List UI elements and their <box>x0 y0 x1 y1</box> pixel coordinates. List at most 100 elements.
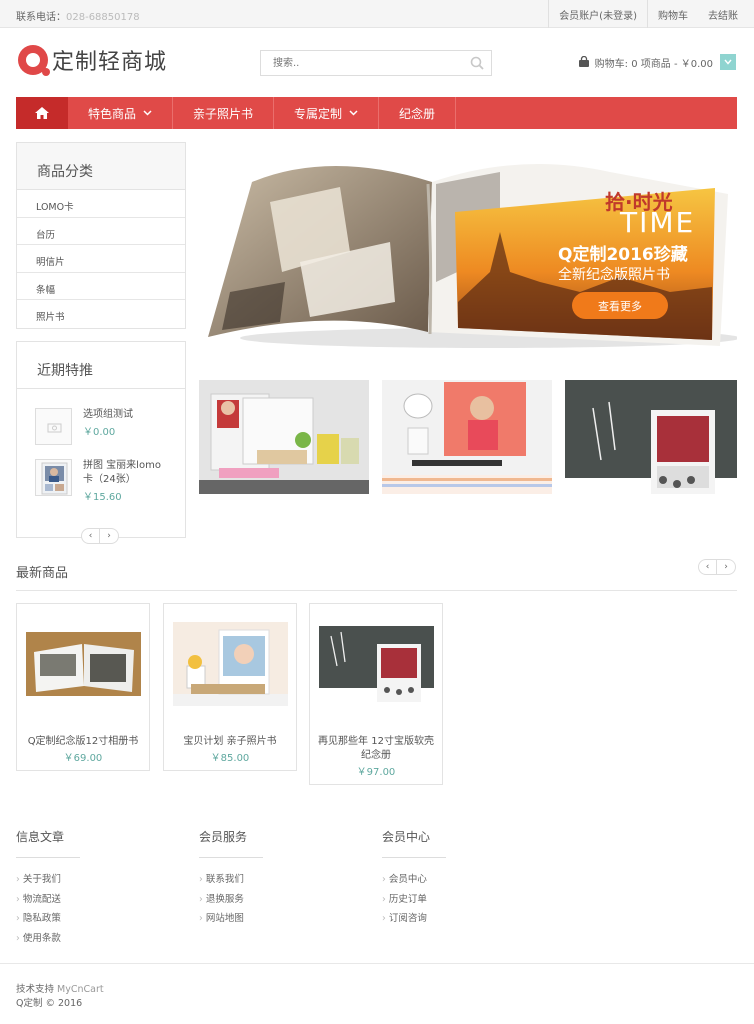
product-card[interactable]: 宝贝计划 亲子照片书 ￥85.00 <box>163 603 297 771</box>
specials-pager: ‹ › <box>81 528 119 544</box>
logo-text: 定制轻商城 <box>52 50 168 75</box>
search-input[interactable] <box>261 51 461 75</box>
footer-column-title: 信息文章 <box>16 830 65 844</box>
special-item-name[interactable]: 拼图 宝丽来lomo卡（24张） <box>83 459 167 487</box>
cart-summary: 购物车: 0 项商品 - ￥0.00 <box>594 58 713 70</box>
phone-number: 028-68850178 <box>66 12 140 23</box>
footer-column-member: 会员中心 会员中心 历史订单 订阅咨询 <box>382 828 446 930</box>
nav-item-custom[interactable]: 专属定制 <box>274 97 380 129</box>
footer-column-service: 会员服务 联系我们 退换服务 网站地图 <box>199 828 263 930</box>
product-image[interactable] <box>319 622 434 706</box>
footer-link[interactable]: 使用条款 <box>16 930 80 950</box>
chevron-down-icon <box>143 110 152 116</box>
chevron-right-icon[interactable]: › <box>100 528 119 544</box>
divider <box>199 857 263 858</box>
product-thumbnail[interactable] <box>35 408 72 445</box>
latest-section-title: 最新商品 <box>16 566 69 581</box>
special-item-name[interactable]: 选项组测试 <box>83 408 167 422</box>
divider <box>382 857 446 858</box>
nav-item-album[interactable]: 纪念册 <box>379 97 457 129</box>
memorial-book-image <box>319 622 434 706</box>
promo-thumbnail[interactable] <box>565 380 737 494</box>
site-logo[interactable]: 定制轻商城 <box>18 44 167 76</box>
category-panel: 商品分类 LOMO卡 台历 明信片 条幅 照片书 <box>16 142 186 329</box>
banner-headline-2: Q定制2016珍藏 <box>558 245 688 265</box>
product-price: ￥69.00 <box>63 753 103 764</box>
member-account-link[interactable]: 会员账户(未登录) <box>549 7 647 22</box>
divider <box>16 857 80 858</box>
latest-pager: ‹ › <box>698 559 736 575</box>
footer-link[interactable]: 会员中心 <box>382 871 446 891</box>
footer-link[interactable]: 历史订单 <box>382 891 446 911</box>
product-image[interactable] <box>173 622 288 706</box>
category-item[interactable]: 照片书 <box>17 300 185 328</box>
footer-link[interactable]: 联系我们 <box>199 871 263 891</box>
product-card[interactable]: Q定制纪念版12寸相册书 ￥69.00 <box>16 603 150 771</box>
product-image[interactable] <box>26 622 141 706</box>
footer-column-title: 会员中心 <box>382 830 431 844</box>
category-item[interactable]: 条幅 <box>17 273 185 300</box>
product-name[interactable]: Q定制纪念版12寸相册书 <box>23 735 143 749</box>
top-bar: 联系电话：028-68850178 会员账户(未登录) 购物车 去结账 <box>0 0 754 28</box>
chevron-left-icon[interactable]: ‹ <box>81 528 100 544</box>
product-price: ￥85.00 <box>210 753 250 764</box>
footer-column-info: 信息文章 关于我们 物流配送 隐私政策 使用条款 <box>16 828 80 949</box>
special-item[interactable]: 选项组测试 ￥0.00 <box>35 408 167 445</box>
image-placeholder-icon <box>47 423 62 433</box>
cart-link[interactable]: 购物车 <box>648 7 698 22</box>
home-button[interactable] <box>16 97 68 129</box>
footer-link[interactable]: 退换服务 <box>199 891 263 911</box>
category-item[interactable]: LOMO卡 <box>17 190 185 218</box>
phone-label: 联系电话： <box>16 12 66 23</box>
divider <box>16 590 737 591</box>
nav-item-label: 特色商品 <box>88 106 137 121</box>
search-icon[interactable] <box>470 56 484 70</box>
checkout-link[interactable]: 去结账 <box>698 7 738 22</box>
footer-link[interactable]: 关于我们 <box>16 871 80 891</box>
category-item[interactable]: 台历 <box>17 218 185 245</box>
memorial-book-product-image <box>565 380 737 494</box>
nav-item-featured[interactable]: 特色商品 <box>68 97 174 129</box>
banner-headline-en: TIME <box>620 206 696 239</box>
shopping-bag-icon <box>578 56 589 67</box>
product-card[interactable]: 再见那些年 12寸宝版软壳纪念册 ￥97.00 <box>309 603 443 785</box>
photo-frame-product-image <box>382 380 552 494</box>
footer-column-title: 会员服务 <box>199 830 248 844</box>
cart-dropdown-toggle[interactable] <box>720 54 736 70</box>
chevron-down-icon <box>724 59 732 65</box>
product-name[interactable]: 宝贝计划 亲子照片书 <box>170 735 290 749</box>
promo-thumbnail[interactable] <box>199 380 369 494</box>
photo-collage-image <box>41 462 68 495</box>
footer-link[interactable]: 隐私政策 <box>16 910 80 930</box>
footer-link[interactable]: 网站地图 <box>199 910 263 930</box>
chevron-down-icon <box>349 110 358 116</box>
photo-album-image <box>26 622 141 706</box>
product-name[interactable]: 再见那些年 12寸宝版软壳纪念册 <box>316 735 436 763</box>
nav-item-label: 亲子照片书 <box>193 106 254 121</box>
nav-item-label: 纪念册 <box>399 106 436 121</box>
footer-link[interactable]: 订阅咨询 <box>382 910 446 930</box>
nav-item-family-photobook[interactable]: 亲子照片书 <box>173 97 275 129</box>
powered-by-link[interactable]: MyCnCart <box>57 984 104 995</box>
nav-item-label: 专属定制 <box>294 106 343 121</box>
special-item[interactable]: 拼图 宝丽来lomo卡（24张） ￥15.60 <box>35 459 167 503</box>
baby-photobook-image <box>173 622 288 706</box>
product-price: ￥97.00 <box>356 767 396 778</box>
powered-by-label: 技术支持 <box>16 984 58 995</box>
product-thumbnail[interactable] <box>35 459 72 496</box>
banner-headline-3: 全新纪念版照片书 <box>558 267 670 283</box>
search-box <box>260 50 492 76</box>
header-cart[interactable]: 购物车: 0 项商品 - ￥0.00 <box>578 54 736 70</box>
category-item[interactable]: 明信片 <box>17 245 185 273</box>
hero-banner[interactable]: 拾·时光 TIME Q定制2016珍藏 全新纪念版照片书 查看更多 <box>200 142 737 366</box>
divider <box>0 963 754 964</box>
chevron-left-icon[interactable]: ‹ <box>698 559 717 575</box>
contact-phone: 联系电话：028-68850178 <box>16 8 140 23</box>
footer-link[interactable]: 物流配送 <box>16 891 80 911</box>
category-panel-title: 商品分类 <box>17 143 185 190</box>
promo-thumbnail[interactable] <box>382 380 552 494</box>
specials-panel-title: 近期特推 <box>17 342 185 389</box>
chevron-right-icon[interactable]: › <box>717 559 736 575</box>
copyright: Q定制 © 2016 <box>16 998 83 1009</box>
banner-cta-button[interactable]: 查看更多 <box>572 298 668 314</box>
